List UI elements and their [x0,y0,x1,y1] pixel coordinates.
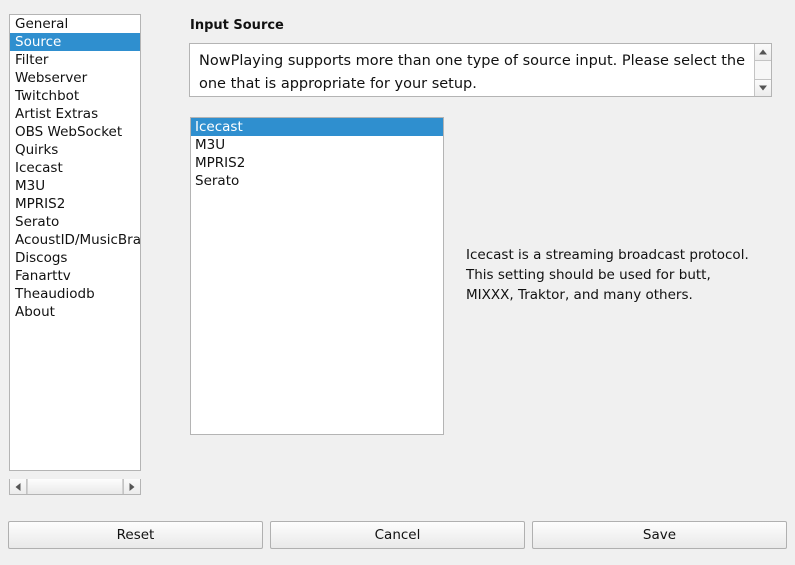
arrow-up-icon [759,49,767,55]
sidebar-item-artist-extras[interactable]: Artist Extras [10,105,140,123]
settings-category-list[interactable]: General Source Filter Webserver Twitchbot Art… [9,14,141,471]
sidebar-item-icecast[interactable]: Icecast [10,159,140,177]
source-list-item-icecast[interactable]: Icecast [191,118,443,136]
sidebar-item-theaudiodb[interactable]: Theaudiodb [10,285,140,303]
sidebar-item-fanarttv[interactable]: Fanarttv [10,267,140,285]
scroll-left-button[interactable] [10,479,27,494]
description-vertical-scrollbar[interactable] [754,44,771,96]
save-button[interactable]: Save [532,521,787,549]
sidebar-item-obs-websocket[interactable]: OBS WebSocket [10,123,140,141]
cancel-button[interactable]: Cancel [270,521,525,549]
arrow-down-icon [759,85,767,91]
sidebar-item-source[interactable]: Source [10,33,140,51]
sidebar-item-acoustid-musicbrainz[interactable]: AcoustID/MusicBrainz [10,231,140,249]
source-list[interactable]: Icecast M3U MPRIS2 Serato [190,117,444,435]
sidebar-item-discogs[interactable]: Discogs [10,249,140,267]
sidebar-item-filter[interactable]: Filter [10,51,140,69]
reset-button[interactable]: Reset [8,521,263,549]
sidebar-item-general[interactable]: General [10,15,140,33]
sidebar-item-mpris2[interactable]: MPRIS2 [10,195,140,213]
source-help-text: Icecast is a streaming broadcast protoco… [466,247,749,303]
description-textarea[interactable]: NowPlaying supports more than one type o… [189,43,772,97]
sidebar-item-quirks[interactable]: Quirks [10,141,140,159]
sidebar-horizontal-scrollbar[interactable] [9,479,141,495]
sidebar-item-about[interactable]: About [10,303,140,321]
source-list-item-mpris2[interactable]: MPRIS2 [191,154,443,172]
arrow-left-icon [15,482,21,491]
page-title: Input Source [190,18,284,33]
source-list-item-serato[interactable]: Serato [191,172,443,190]
scroll-right-button[interactable] [123,479,140,494]
sidebar-item-serato[interactable]: Serato [10,213,140,231]
description-text: NowPlaying supports more than one type o… [199,53,746,92]
sidebar-item-m3u[interactable]: M3U [10,177,140,195]
sidebar-item-twitchbot[interactable]: Twitchbot [10,87,140,105]
scrollbar-thumb[interactable] [27,479,123,494]
scroll-down-button[interactable] [755,79,771,96]
sidebar-item-webserver[interactable]: Webserver [10,69,140,87]
source-list-item-m3u[interactable]: M3U [191,136,443,154]
dialog-button-bar: Reset Cancel Save [0,521,795,551]
arrow-right-icon [129,482,135,491]
scrollbar-track[interactable] [755,61,771,79]
scroll-up-button[interactable] [755,44,771,61]
